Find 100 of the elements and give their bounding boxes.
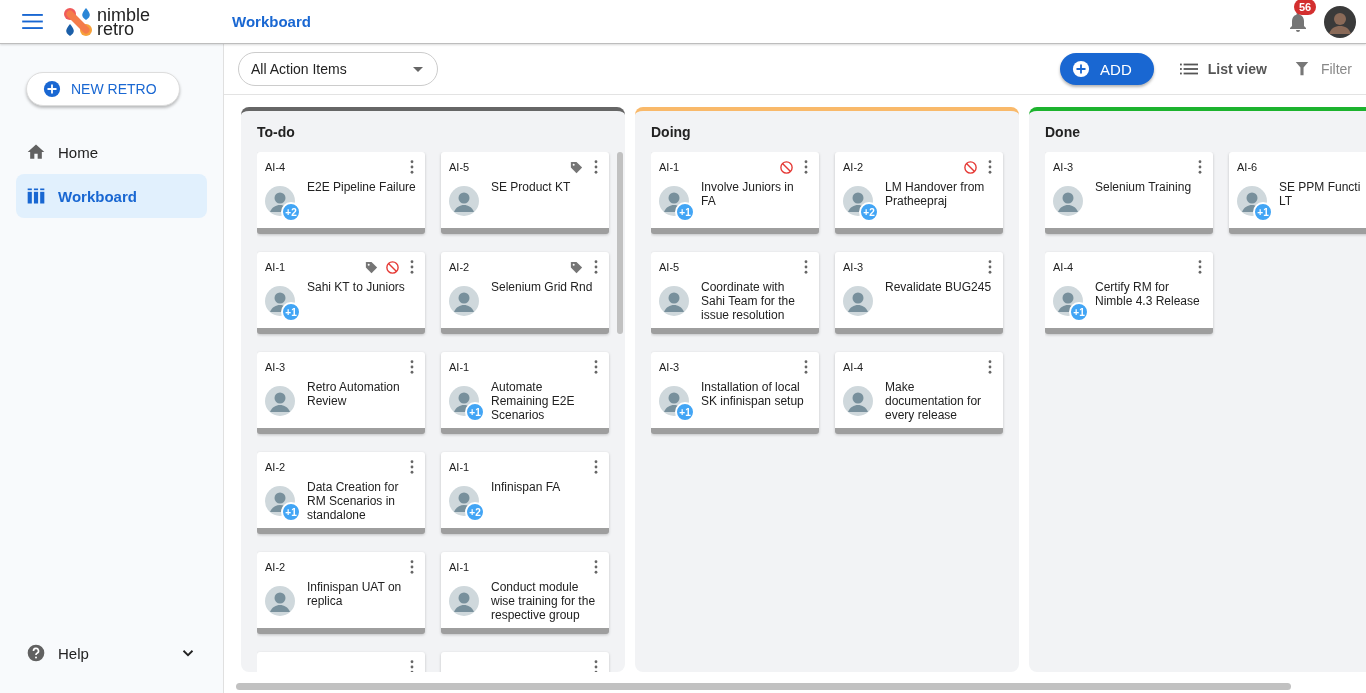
avatar-icon [449,586,479,616]
help-item[interactable]: Help [16,643,207,663]
card-id: AI-6 [1237,161,1258,173]
logo-text: retro [97,21,134,36]
avatar-icon [449,186,479,216]
more-people-badge: +2 [859,202,879,222]
tag-icon[interactable] [569,159,584,175]
action-card[interactable]: AI-4 +1 Certify RM for Nimble 4.3 Release [1045,252,1213,334]
card-id: AI-1 [449,561,470,573]
tag-icon[interactable] [569,259,584,275]
card-id: AI-1 [265,261,286,273]
card-id: AI-4 [1053,261,1074,273]
action-card[interactable]: AI-4 Make documentation for every release [835,352,1003,434]
card-title: E2E Pipeline Failure [306,180,416,196]
avatar-icon [449,286,479,316]
action-card[interactable]: AI-1 +1 Sahi KT to Juniors [257,252,425,334]
menu-icon[interactable] [22,14,43,29]
add-button[interactable]: ADD [1060,53,1154,85]
nav-item[interactable]: Workboard [16,174,207,218]
avatar-icon [659,286,689,316]
card-id: AI-1 [449,461,470,473]
user-avatar[interactable] [1324,5,1356,38]
scrollbar-thumb[interactable] [236,683,1291,690]
card-title: Data Creation for RM Scenarios in standalone [306,480,400,522]
plus-icon [1072,60,1091,78]
action-card[interactable]: AI-1 +1 Automate Remaining E2E Scenarios [441,352,609,434]
card-title: Involve Juniors in FA [700,180,795,210]
card-title: Infinispan FA [490,480,561,496]
new-retro-button[interactable]: NEW RETRO [26,72,180,106]
action-card[interactable]: AI-1 +2 Infinispan FA [441,452,609,534]
action-card[interactable]: AI-1 +1 Involve Juniors in FA [651,152,819,234]
action-card[interactable]: AI-3 Revalidate BUG245 [835,252,1003,334]
blocked-icon[interactable] [779,159,794,175]
more-people-badge: +1 [675,402,695,422]
card-title: Certify RM for Nimble 4.3 Release [1094,280,1201,310]
blocked-icon[interactable] [963,159,978,175]
notification-badge: 56 [1294,0,1317,15]
action-card[interactable]: AI-1 Conduct module wise training for the respective group [441,552,609,634]
avatar-icon [843,286,873,316]
caret-icon [413,66,423,72]
plus-icon [43,80,61,98]
card-title: Selenium Grid Rnd [490,280,593,296]
card-id: AI-4 [265,161,286,173]
card-title: Installation of local SK infinispan setup [700,380,805,410]
blocked-icon[interactable] [385,259,400,275]
more-people-badge: +1 [1253,202,1273,222]
list-view-button[interactable]: List view [1179,61,1267,77]
action-card[interactable]: AI-5 Coordinate with Sahi Team for the issue resolution [651,252,819,334]
avatar-icon [265,386,295,416]
more-people-badge: +1 [675,202,695,222]
card-title: Make documentation for every release [884,380,983,422]
card-title: Revalidate BUG245 [884,280,992,296]
tag-icon[interactable] [364,259,379,275]
action-card[interactable]: AI-5 SE Product KT [441,152,609,234]
more-people-badge: +1 [281,302,301,322]
card-title: Conduct module wise training for the respective group [490,580,597,622]
card-id: AI-3 [1053,161,1074,173]
card-id: AI-3 [659,361,680,373]
more-people-badge: +2 [465,502,485,522]
more-people-badge: +1 [465,402,485,422]
action-card[interactable]: AI-2 +1 Data Creation for RM Scenarios in standalone [257,452,425,534]
list-icon [1179,62,1198,76]
card-id: AI-2 [265,561,286,573]
card-title: Sahi KT to Juniors [306,280,405,296]
column-title: Done [1045,123,1081,142]
card-id: AI-4 [843,361,864,373]
action-card[interactable]: AI-2 Infinispan UAT on replica [257,552,425,634]
column-title: Doing [651,123,692,142]
action-card[interactable]: AI-3 Selenium Training [1045,152,1213,234]
card-id: AI-1 [449,361,470,373]
scrollbar-thumb[interactable] [617,152,623,334]
card-title: LM Handover from Pratheepraj [884,180,986,210]
action-card[interactable]: AI-6 +1 SE PPM Functi LT [1229,152,1366,234]
page-title: Workboard [232,13,311,30]
more-people-badge: +1 [1069,302,1089,322]
card-id: AI-1 [659,161,680,173]
card-title: Infinispan UAT on replica [306,580,403,610]
card-title: SE Product KT [490,180,571,196]
card-id: AI-2 [843,161,864,173]
action-card[interactable]: AI-3 +1 Installation of local SK infinispan setup [651,352,819,434]
home-icon [26,142,46,162]
action-card[interactable]: AI-2 +2 LM Handover from Pratheepraj [835,152,1003,234]
card-id: AI-3 [265,361,286,373]
logo-icon [63,6,93,37]
action-card[interactable]: AI-3 Retro Automation Review [257,352,425,434]
card-id: AI-5 [659,261,680,273]
logo-text: nimble [97,7,151,22]
card-id: AI-5 [449,161,470,173]
avatar-icon [843,386,873,416]
columns-icon [26,186,46,206]
card-title: Selenium Training [1094,180,1192,196]
card-title: Automate Remaining E2E Scenarios [490,380,576,422]
filter-button[interactable]: Filter [1292,61,1352,77]
card-id: AI-2 [265,461,286,473]
card-id: AI-2 [449,261,470,273]
action-card[interactable]: AI-2 Selenium Grid Rnd [441,252,609,334]
card-title: Coordinate with Sahi Team for the issue resolution [700,280,796,322]
action-card[interactable]: AI-4 +2 E2E Pipeline Failure [257,152,425,234]
avatar-icon [265,586,295,616]
nav-item[interactable]: Home [16,130,207,174]
